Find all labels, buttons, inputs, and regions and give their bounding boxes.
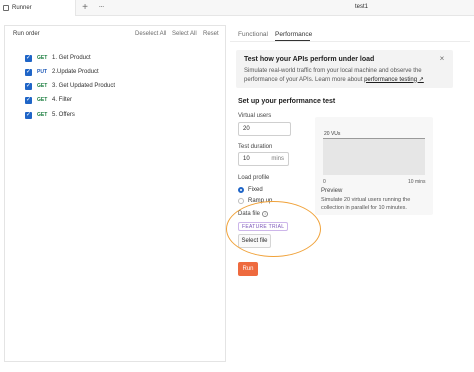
deselect-all-button[interactable]: Deselect All bbox=[135, 31, 166, 37]
test-duration-label: Test duration bbox=[238, 144, 273, 150]
virtual-users-input[interactable]: 20 bbox=[238, 122, 291, 136]
setup-title: Set up your performance test bbox=[238, 98, 336, 105]
highlight-annotation bbox=[226, 201, 321, 257]
request-name: 3. Get Updated Product bbox=[52, 83, 116, 89]
run-button[interactable]: Run bbox=[238, 262, 258, 276]
request-name: 4. Filter bbox=[52, 97, 73, 103]
chart-x-start: 0 bbox=[323, 179, 326, 185]
request-method: GET bbox=[37, 55, 48, 61]
request-checkbox[interactable]: ✓ bbox=[25, 96, 32, 104]
more-options-button[interactable]: ··· bbox=[95, 2, 107, 13]
tab-runner[interactable]: Runner bbox=[0, 0, 76, 16]
banner-text: Simulate real-world traffic from your lo… bbox=[244, 67, 434, 84]
reset-button[interactable]: Reset bbox=[203, 31, 219, 37]
request-checkbox[interactable]: ✓ bbox=[25, 111, 32, 119]
chart-x-end: 10 mins bbox=[408, 179, 426, 185]
request-checkbox[interactable]: ✓ bbox=[25, 68, 32, 76]
performance-testing-link[interactable]: performance testing ↗ bbox=[364, 77, 424, 83]
load-preview-chart bbox=[323, 138, 425, 175]
request-method: GET bbox=[37, 83, 48, 89]
chart-vu-label: 20 VUs bbox=[324, 131, 341, 137]
request-checkbox[interactable]: ✓ bbox=[25, 82, 32, 90]
test-duration-value: 10 bbox=[243, 156, 250, 162]
tab-functional[interactable]: Functional bbox=[238, 31, 268, 38]
tab-runner-label: Runner bbox=[12, 5, 32, 11]
radio-fixed-label: Fixed bbox=[248, 187, 263, 193]
request-name: 2.Update Product bbox=[52, 69, 99, 75]
tabs-divider bbox=[230, 41, 470, 42]
request-row[interactable]: ✓ GET 4. Filter bbox=[25, 95, 72, 105]
request-name: 1. Get Product bbox=[52, 55, 91, 61]
banner-title: Test how your APIs perform under load bbox=[244, 56, 375, 63]
select-all-button[interactable]: Select All bbox=[172, 31, 197, 37]
preview-title: Preview bbox=[321, 188, 343, 194]
preview-description: Simulate 20 virtual users running the co… bbox=[321, 197, 411, 211]
window-title: test1 bbox=[355, 4, 369, 10]
request-row[interactable]: ✓ GET 5. Offers bbox=[25, 110, 75, 120]
new-tab-button[interactable]: + bbox=[80, 2, 90, 13]
test-duration-input[interactable]: 10 mins bbox=[238, 152, 289, 166]
load-profile-label: Load profile bbox=[238, 175, 270, 181]
tab-performance[interactable]: Performance bbox=[275, 31, 312, 38]
request-method: GET bbox=[37, 112, 48, 118]
request-method: PUT bbox=[37, 69, 47, 75]
request-method: GET bbox=[37, 97, 48, 103]
virtual-users-label: Virtual users bbox=[238, 113, 272, 119]
request-name: 5. Offers bbox=[52, 112, 75, 118]
request-checkbox[interactable]: ✓ bbox=[25, 54, 32, 62]
radio-ramp-up[interactable] bbox=[238, 198, 244, 204]
request-row[interactable]: ✓ PUT 2.Update Product bbox=[25, 67, 99, 77]
runner-icon bbox=[3, 5, 9, 11]
radio-fixed[interactable] bbox=[238, 187, 244, 193]
test-duration-unit: mins bbox=[271, 156, 284, 162]
request-row[interactable]: ✓ GET 1. Get Product bbox=[25, 53, 91, 63]
run-order-label: Run order bbox=[13, 31, 40, 37]
close-icon[interactable]: × bbox=[438, 55, 446, 63]
load-profile-fixed[interactable]: Fixed bbox=[238, 186, 263, 194]
request-row[interactable]: ✓ GET 3. Get Updated Product bbox=[25, 81, 115, 91]
